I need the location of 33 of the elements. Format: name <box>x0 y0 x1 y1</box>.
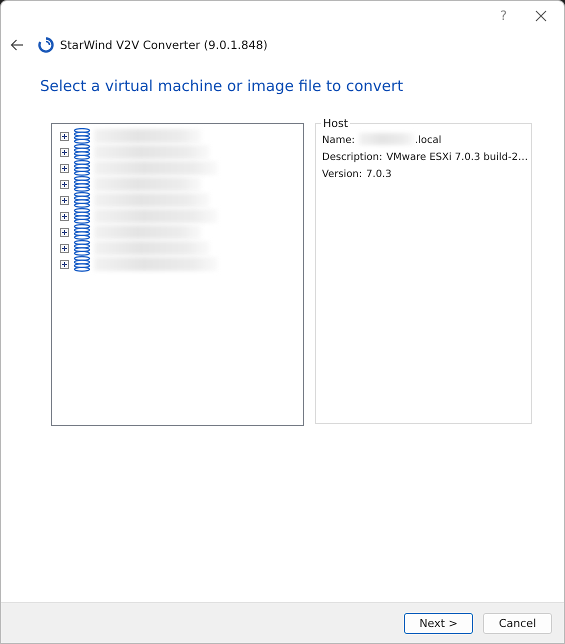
close-icon[interactable] <box>535 10 547 22</box>
database-icon <box>73 128 91 144</box>
database-icon <box>73 208 91 224</box>
field-label: Description: <box>322 151 382 165</box>
field-value: VMware ESXi 7.0.3 build-2… <box>386 151 528 165</box>
help-button[interactable]: ? <box>500 8 507 24</box>
field-value: 7.0.3 <box>366 168 392 182</box>
expand-icon[interactable] <box>60 164 69 172</box>
database-icon <box>73 240 91 256</box>
page-heading: Select a virtual machine or image file to convert <box>39 76 404 97</box>
field-value: .local <box>414 134 442 148</box>
expand-icon[interactable] <box>60 212 69 220</box>
expand-icon[interactable] <box>60 244 69 252</box>
next-button[interactable]: Next > <box>404 612 473 634</box>
database-icon <box>73 144 91 160</box>
group-title: Host <box>321 117 350 130</box>
field-label: Name: <box>322 134 355 148</box>
expand-icon[interactable] <box>60 132 69 140</box>
database-icon <box>73 176 91 192</box>
database-icon <box>73 256 91 272</box>
database-icon <box>73 192 91 208</box>
expand-icon[interactable] <box>60 196 69 204</box>
expand-icon[interactable] <box>60 228 69 236</box>
back-arrow-icon[interactable] <box>10 39 24 51</box>
database-icon <box>73 160 91 176</box>
field-label: Version: <box>322 168 362 182</box>
expand-icon[interactable] <box>60 260 69 268</box>
expand-icon[interactable] <box>60 148 69 156</box>
expand-icon[interactable] <box>60 180 69 188</box>
cancel-button[interactable]: Cancel <box>483 612 552 634</box>
window-title: StarWind V2V Converter (9.0.1.848) <box>60 38 268 52</box>
database-icon <box>73 224 91 240</box>
logo-icon <box>38 37 54 53</box>
